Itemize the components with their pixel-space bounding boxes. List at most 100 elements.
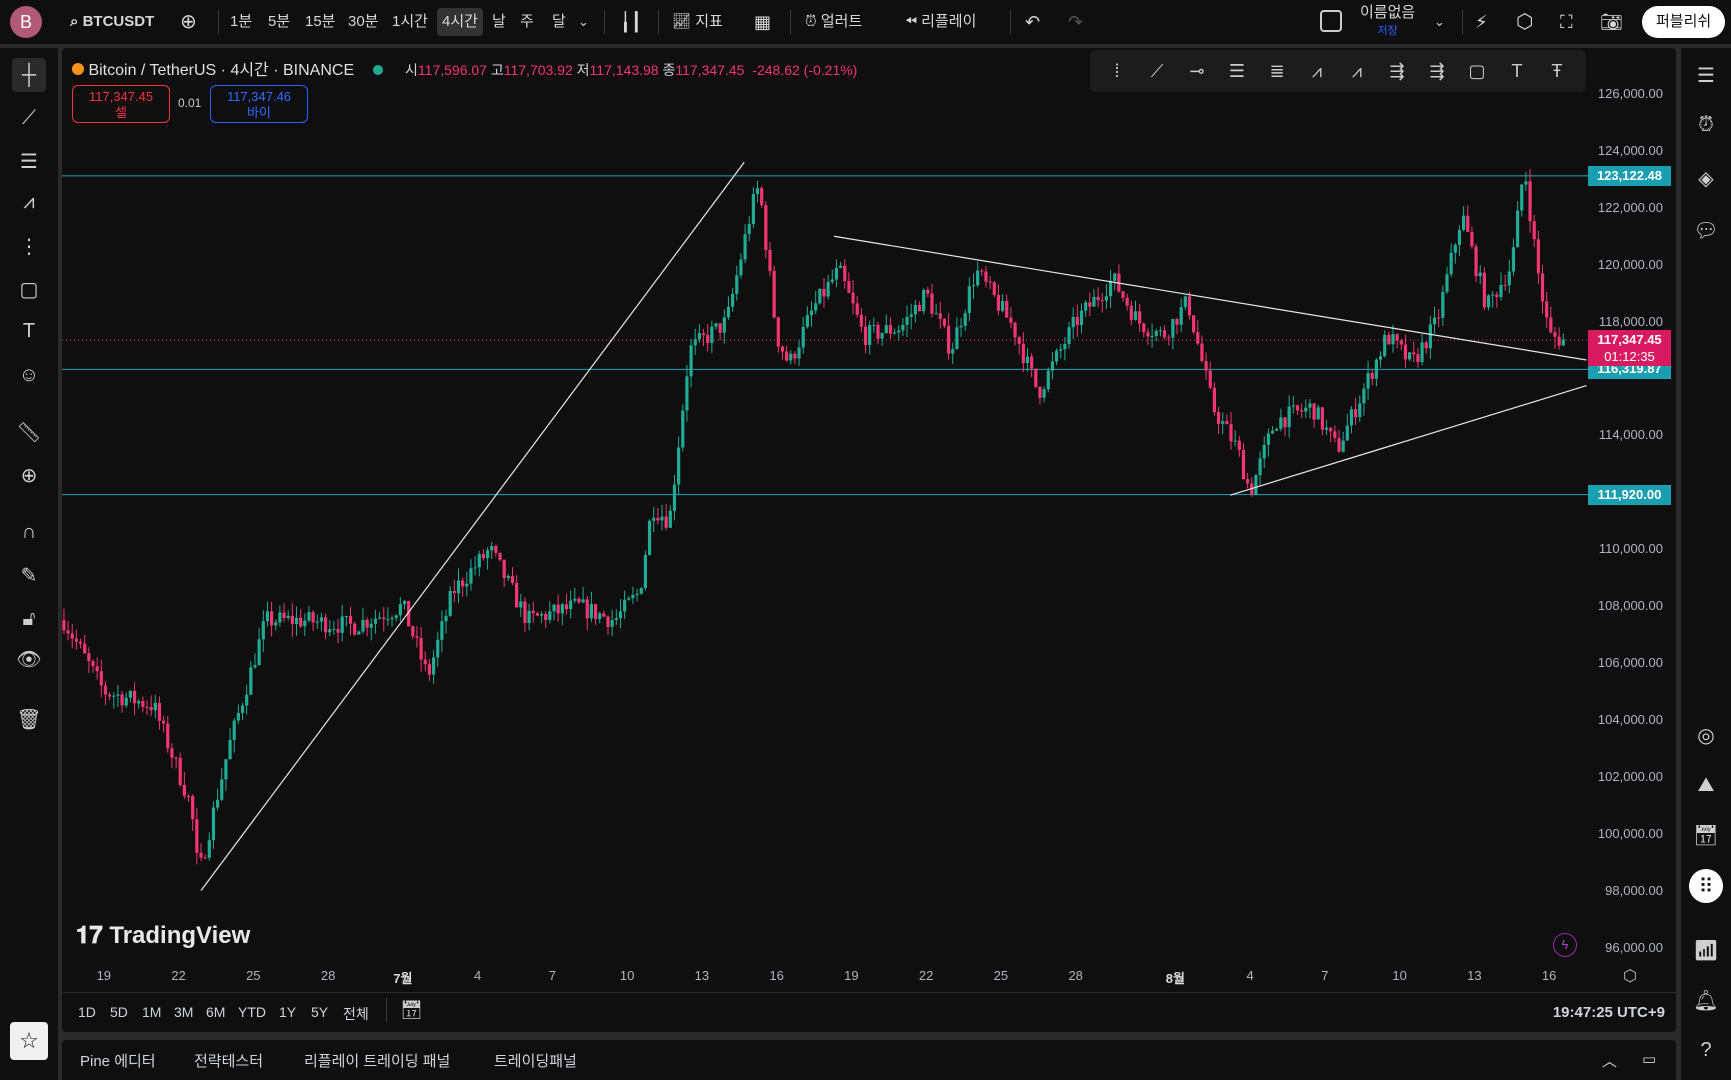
candle-up (1291, 405, 1295, 407)
goto-date-calendar-icon[interactable]: 📅︎ (400, 1000, 423, 1021)
range-button-5Y[interactable]: 5Y (311, 1004, 328, 1020)
range-button-1D[interactable]: 1D (78, 1004, 96, 1020)
help-icon[interactable]: ? (1689, 1033, 1723, 1067)
drag-handle-icon[interactable]: ⁞ (1100, 61, 1134, 82)
layouts-button[interactable]: ▦ (754, 8, 771, 36)
range-button-6M[interactable]: 6M (206, 1004, 225, 1020)
zoom-in-icon[interactable]: ⊕ (12, 458, 46, 492)
replay-button[interactable]: ⏪︎ 리플레이 (905, 8, 976, 36)
rectangle-icon[interactable]: ▢ (12, 272, 46, 306)
fib-retracement-icon[interactable]: ☰ (12, 144, 46, 178)
bottom-tab[interactable]: 트레이딩패널 (494, 1050, 577, 1071)
publish-button[interactable]: 퍼블리쉬 (1642, 6, 1726, 38)
range-button-3M[interactable]: 3M (174, 1004, 193, 1020)
anchored-text-icon[interactable]: Ŧ (1540, 61, 1574, 82)
redo-button[interactable]: ↷ (1068, 8, 1083, 36)
range-button-전체[interactable]: 전체 (343, 1004, 369, 1024)
interval-8[interactable]: 달 (552, 8, 566, 36)
fib-icon[interactable]: ≣ (1260, 61, 1294, 82)
candle-up (1071, 316, 1075, 328)
apps-grid-icon[interactable]: ⠿ (1689, 869, 1723, 903)
candle-up (548, 611, 552, 621)
bell-icon[interactable]: 🔔︎ (1689, 983, 1723, 1017)
alarm-clock-icon[interactable]: ⏰︎ (1689, 108, 1723, 142)
horizontal-ray-icon[interactable]: ⊸ (1180, 61, 1214, 82)
interval-4[interactable]: 1시간 (392, 8, 428, 36)
range-button-1M[interactable]: 1M (142, 1004, 161, 1020)
indicators-label: 지표 (695, 13, 723, 30)
date-range-icon[interactable]: ⇶ (1420, 61, 1454, 82)
xabcd-pattern-icon[interactable]: ⩘ (1300, 61, 1334, 82)
settings-hexagon-icon[interactable]: ⬡ (1516, 8, 1533, 36)
watchlist-star-icon[interactable]: ☆ (10, 1022, 48, 1060)
target-icon[interactable]: ◎ (1689, 718, 1723, 752)
text-icon[interactable]: T (1500, 61, 1534, 82)
trend-line-icon[interactable]: ⟋ (1140, 61, 1174, 82)
interval-7[interactable]: 주 (520, 8, 534, 36)
calendar-icon[interactable]: 📅︎ (1689, 818, 1723, 852)
forecast-icon[interactable]: ⋮ (12, 229, 46, 263)
candle-up (598, 613, 602, 620)
undo-button[interactable]: ↶ (1025, 8, 1040, 36)
layout-chevron-icon[interactable]: ⌄ (1434, 8, 1445, 36)
trend-line-icon[interactable]: ⟋ (12, 101, 46, 135)
symbol-search[interactable]: ⌕ BTCUSDT (70, 8, 154, 36)
price-chart[interactable] (0, 0, 1731, 1080)
axis-settings-icon[interactable]: ⬡ (1623, 966, 1637, 986)
buy-button[interactable]: 117,347.46 바이 (210, 85, 308, 123)
fullscreen-icon[interactable]: ⛶ (1560, 8, 1573, 36)
ideas-icon[interactable]: ⛰︎ (1689, 768, 1723, 802)
candle-up (897, 330, 901, 333)
candle-down (1146, 332, 1150, 337)
layers-icon[interactable]: ◈ (1689, 161, 1723, 195)
unlock-icon[interactable]: 🔓︎ (12, 602, 46, 636)
compare-symbol-button[interactable]: ⊕ (180, 8, 197, 36)
maximize-panel-icon[interactable]: ▭ (1642, 1050, 1656, 1068)
candle-up (261, 621, 265, 640)
eye-icon[interactable]: 👁︎ (12, 642, 46, 676)
lock-drawing-icon[interactable]: ✎ (12, 558, 46, 592)
interval-1[interactable]: 5분 (268, 8, 290, 36)
interval-6[interactable]: 날 (492, 8, 506, 36)
chat-icon[interactable]: 💬︎ (1689, 213, 1723, 247)
candle-up (967, 286, 971, 314)
emoji-icon[interactable]: ☺ (12, 358, 46, 392)
broadcast-icon[interactable]: 📶︎ (1689, 933, 1723, 967)
indicators-button[interactable]: 📈︎ 지표 (672, 8, 723, 36)
price-range-icon[interactable]: ⇶ (1380, 61, 1414, 82)
collapse-panel-chevron-up-icon[interactable]: ︿ (1602, 1050, 1617, 1071)
chevron-down-icon[interactable]: ⌄ (578, 8, 589, 36)
lightning-icon[interactable]: ϟ (1553, 933, 1577, 957)
timezone-clock[interactable]: 19:47:25 UTC+9 (1553, 1004, 1665, 1021)
camera-icon[interactable]: 📷︎ (1600, 8, 1623, 36)
interval-2[interactable]: 15분 (305, 8, 336, 36)
interval-3[interactable]: 30분 (348, 8, 379, 36)
parallel-channel-icon[interactable]: ☰ (1220, 61, 1254, 82)
magnet-icon[interactable]: ∩ (12, 515, 46, 549)
bottom-tab[interactable]: 리플레이 트레이딩 패널 (304, 1050, 450, 1071)
layout-square-icon[interactable] (1320, 10, 1342, 32)
crosshair-icon[interactable]: ┼ (12, 58, 46, 92)
quick-search-icon[interactable]: ⚡︎ (1475, 8, 1488, 36)
trash-icon[interactable]: 🗑︎ (12, 702, 46, 736)
ruler-icon[interactable]: 📏︎ (12, 415, 46, 449)
watchlist-icon[interactable]: ☰ (1689, 58, 1723, 92)
text-icon[interactable]: T (12, 314, 46, 348)
legend-title[interactable]: Bitcoin / TetherUS · 4시간 · BINANCE (88, 62, 354, 79)
interval-5[interactable]: 4시간 (437, 8, 483, 36)
range-button-5D[interactable]: 5D (110, 1004, 128, 1020)
interval-0[interactable]: 1분 (230, 8, 252, 36)
bottom-tab[interactable]: Pine 에디터 (80, 1050, 156, 1071)
layout-name-button[interactable]: 이름없음 저장 (1360, 4, 1415, 37)
change-value: -248.62 (-0.21%) (752, 62, 858, 78)
bottom-tab[interactable]: 전략테스터 (194, 1050, 263, 1071)
abcd-pattern-icon[interactable]: ⩘ (1340, 61, 1374, 82)
sell-button[interactable]: 117,347.45 셀 (72, 85, 170, 123)
alert-button[interactable]: ⏰︎ 얼러트 (805, 8, 862, 36)
pattern-icon[interactable]: ⩘ (12, 185, 46, 219)
candle-type-button[interactable]: ╽┃ (620, 8, 642, 36)
range-button-YTD[interactable]: YTD (238, 1004, 266, 1020)
user-avatar[interactable]: B (10, 6, 42, 38)
rectangle-icon[interactable]: ▢ (1460, 61, 1494, 82)
range-button-1Y[interactable]: 1Y (279, 1004, 296, 1020)
